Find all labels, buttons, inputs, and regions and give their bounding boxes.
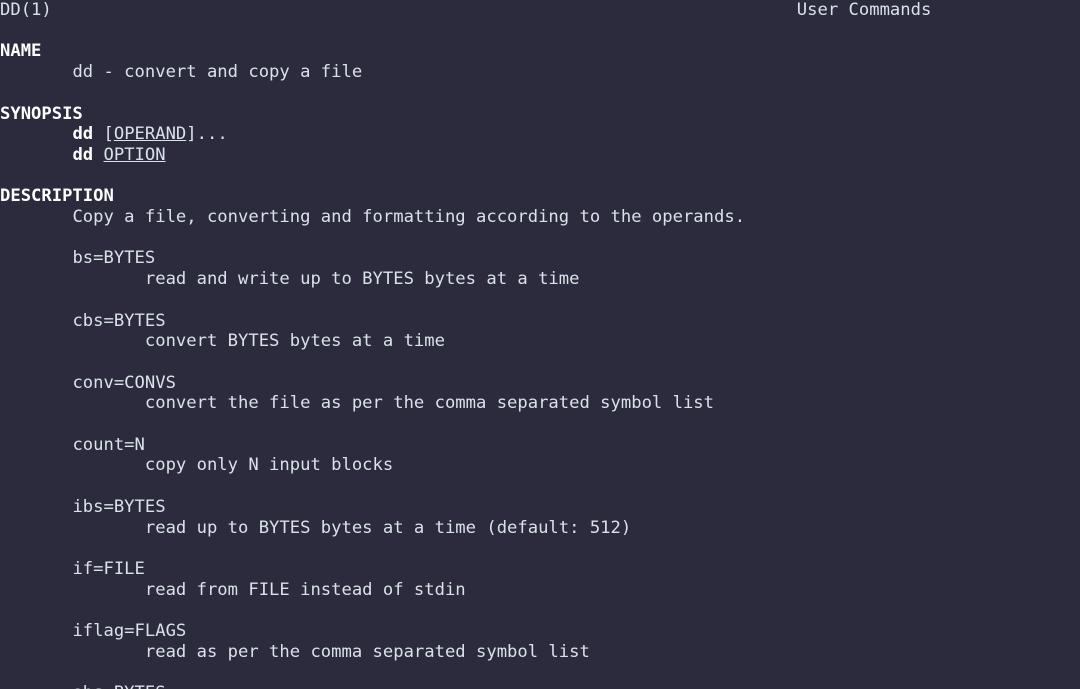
man-page-screen[interactable]: DD(1) User Commands NAME dd - convert an… bbox=[0, 0, 1080, 689]
section-description-heading: DESCRIPTION bbox=[0, 186, 114, 206]
option-desc: convert BYTES bytes at a time bbox=[145, 331, 445, 351]
synopsis-cmd-2: dd bbox=[72, 145, 93, 165]
option-term: ibs=BYTES bbox=[72, 497, 165, 517]
section-synopsis-heading: SYNOPSIS bbox=[0, 104, 83, 124]
option-term: iflag=FLAGS bbox=[72, 621, 186, 641]
option-term: obs=BYTES bbox=[72, 683, 165, 689]
option-term: cbs=BYTES bbox=[72, 311, 165, 331]
synopsis-rest-2a bbox=[93, 145, 103, 165]
header-spacer bbox=[52, 0, 797, 20]
synopsis-operand-1: OPERAND bbox=[114, 124, 186, 144]
option-term: bs=BYTES bbox=[72, 248, 155, 268]
name-text: dd - convert and copy a file bbox=[72, 62, 362, 82]
option-desc: read and write up to BYTES bytes at a ti… bbox=[145, 269, 580, 289]
synopsis-rest-1b: ]... bbox=[186, 124, 227, 144]
option-term: count=N bbox=[72, 435, 144, 455]
synopsis-rest-1a: [ bbox=[93, 124, 114, 144]
section-name-heading: NAME bbox=[0, 41, 41, 61]
option-desc: read from FILE instead of stdin bbox=[145, 580, 466, 600]
option-term: if=FILE bbox=[72, 559, 144, 579]
description-intro: Copy a file, converting and formatting a… bbox=[72, 207, 745, 227]
option-desc: read up to BYTES bytes at a time (defaul… bbox=[145, 518, 631, 538]
option-desc: read as per the comma separated symbol l… bbox=[145, 642, 590, 662]
header-left: DD(1) bbox=[0, 0, 52, 20]
synopsis-option-2: OPTION bbox=[104, 145, 166, 165]
option-term: conv=CONVS bbox=[72, 373, 175, 393]
header-center: User Commands bbox=[797, 0, 932, 20]
option-desc: convert the file as per the comma separa… bbox=[145, 393, 714, 413]
option-desc: copy only N input blocks bbox=[145, 455, 393, 475]
synopsis-cmd-1: dd bbox=[72, 124, 93, 144]
